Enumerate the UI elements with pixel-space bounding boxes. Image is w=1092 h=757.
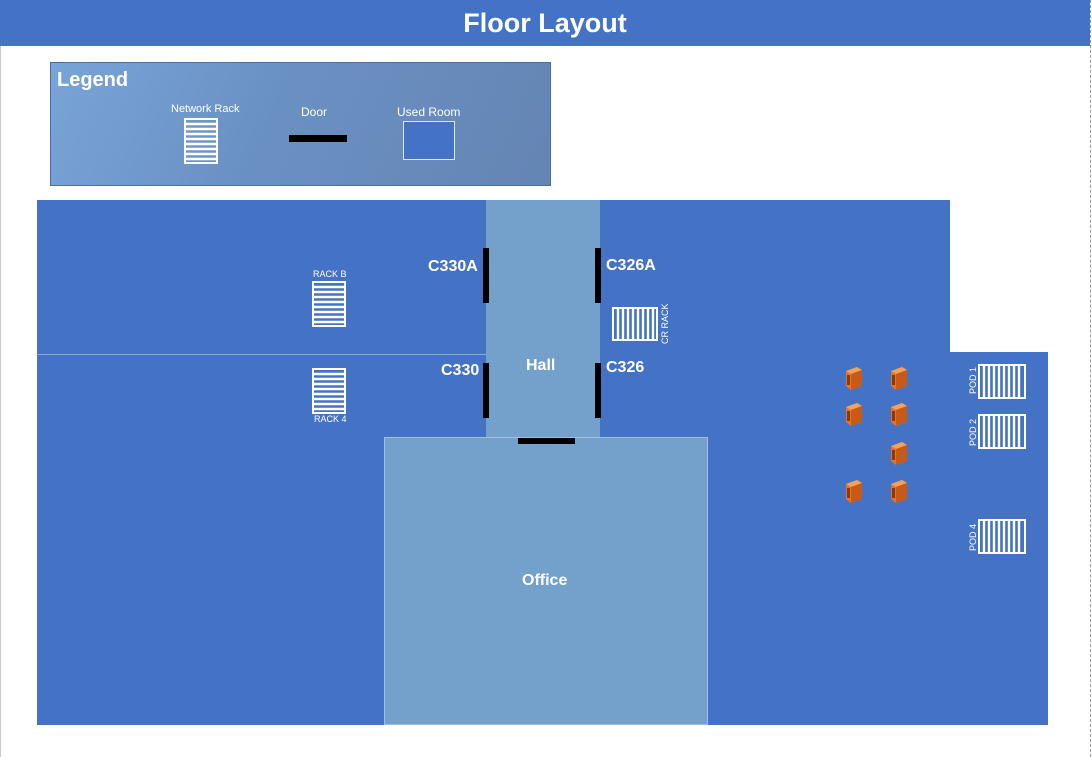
room-label-c326a: C326A [606, 257, 656, 274]
door-c326[interactable] [595, 363, 601, 418]
rack-icon[interactable] [312, 368, 346, 414]
room-label-c326: C326 [606, 359, 645, 376]
legend-door-symbol [289, 135, 347, 142]
rack-label-rack-b: RACK B [313, 269, 347, 279]
server-icon[interactable] [888, 440, 910, 466]
rack-icon[interactable] [978, 364, 1026, 399]
legend-panel: Legend Network Rack Door Used Room [50, 62, 551, 186]
legend-used-room-label: Used Room [397, 105, 461, 119]
rack-label-pod-2: POD 2 [968, 418, 978, 446]
rack-icon[interactable] [978, 519, 1026, 554]
rack-icon[interactable] [978, 414, 1026, 449]
server-icon[interactable] [843, 478, 865, 504]
door-office[interactable] [518, 438, 575, 444]
legend-door-label: Door [301, 105, 328, 119]
rack-label-rack-4: RACK 4 [314, 414, 347, 424]
legend-used-room-swatch [403, 121, 455, 160]
door-c330a[interactable] [483, 248, 489, 303]
door-c330[interactable] [483, 363, 489, 418]
server-icon[interactable] [888, 478, 910, 504]
rack-label-cr-rack: CR RACK [660, 303, 670, 344]
rack-icon[interactable] [612, 307, 658, 341]
room-label-office: Office [522, 572, 568, 589]
server-icon[interactable] [843, 401, 865, 427]
hall-area [486, 200, 600, 440]
server-icon[interactable] [888, 365, 910, 391]
page-border-left [0, 0, 1, 757]
door-c326a[interactable] [595, 248, 601, 303]
rack-label-pod-4: POD 4 [968, 523, 978, 551]
legend-title: Legend [57, 69, 129, 91]
room-label-c330a: C330A [428, 258, 478, 275]
room-label-c330: C330 [441, 362, 480, 379]
page-border-right [1090, 0, 1091, 757]
rack-icon[interactable] [312, 281, 346, 327]
rack-label-pod-1: POD 1 [968, 366, 978, 394]
page-title: Floor Layout [0, 0, 1090, 46]
room-divider [37, 354, 487, 355]
rack-icon [184, 118, 218, 164]
room-label-hall: Hall [526, 357, 556, 374]
server-icon[interactable] [843, 365, 865, 391]
server-icon[interactable] [888, 401, 910, 427]
legend-network-rack-label: Network Rack [171, 103, 240, 115]
